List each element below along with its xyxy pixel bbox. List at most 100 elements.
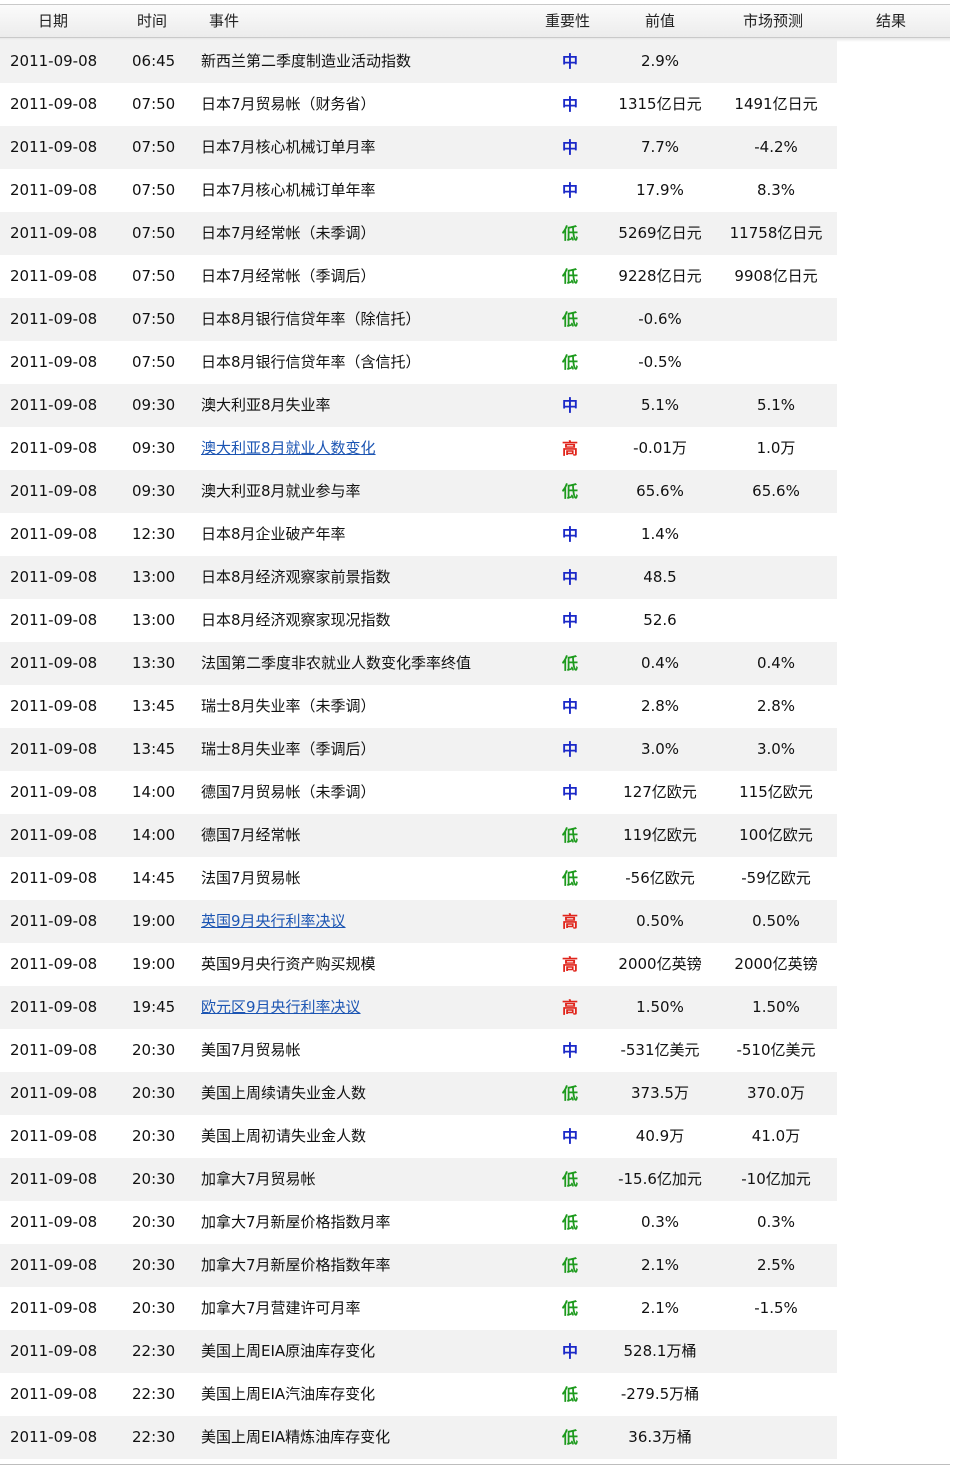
row-event: 日本7月核心机械订单年率	[201, 181, 376, 199]
row-forecast: 115亿欧元	[739, 783, 813, 801]
row-forecast: 370.0万	[747, 1084, 805, 1102]
row-previous: 0.3%	[640, 1213, 680, 1231]
row-date: 2011-09-08	[10, 826, 98, 844]
row-forecast	[720, 341, 832, 384]
row-date: 2011-09-08	[10, 697, 98, 715]
row-forecast: -4.2%	[754, 138, 798, 156]
importance-badge: 低	[561, 869, 578, 888]
importance-badge: 低	[561, 1256, 578, 1275]
row-forecast: 3.0%	[756, 740, 796, 758]
row-forecast: 0.3%	[756, 1213, 796, 1231]
row-date: 2011-09-08	[10, 912, 98, 930]
table-row: 2011-09-08 13:00 日本8月经济观察家前景指数 中 48.5	[0, 556, 837, 599]
row-event: 日本7月经常帐（未季调）	[201, 224, 376, 242]
row-date: 2011-09-08	[10, 740, 98, 758]
importance-badge: 高	[561, 439, 578, 458]
importance-badge: 中	[561, 611, 578, 630]
row-event: 瑞士8月失业率（季调后）	[201, 740, 376, 758]
table-row: 2011-09-08 09:30 澳大利亚8月就业参与率 低 65.6% 65.6%	[0, 470, 837, 513]
table-row: 2011-09-08 13:30 法国第二季度非农就业人数变化季率终值 低 0.4% 0.…	[0, 642, 837, 685]
row-time: 13:00	[132, 611, 176, 629]
header-event: 事件	[209, 12, 240, 30]
row-date: 2011-09-08	[10, 224, 98, 242]
event-link[interactable]: 澳大利亚8月就业人数变化	[201, 427, 376, 470]
table-row: 2011-09-08 22:30 美国上周EIA精炼油库存变化 低 36.3万桶	[0, 1416, 837, 1459]
table-row: 2011-09-08 14:00 德国7月经常帐 低 119亿欧元 100亿欧元	[0, 814, 837, 857]
table-header: 日期 时间 事件 重要性 前值 市场预测 结果	[0, 4, 950, 38]
row-previous: 7.7%	[640, 138, 680, 156]
row-date: 2011-09-08	[10, 955, 98, 973]
row-forecast: 1491亿日元	[734, 95, 818, 113]
importance-badge: 低	[561, 353, 578, 372]
table-row: 2011-09-08 20:30 加拿大7月贸易帐 低 -15.6亿加元 -10亿加元	[0, 1158, 837, 1201]
row-previous: 0.50%	[636, 912, 684, 930]
table-row: 2011-09-08 20:30 加拿大7月新屋价格指数年率 低 2.1% 2.5%	[0, 1244, 837, 1287]
row-date: 2011-09-08	[10, 654, 98, 672]
table-row: 2011-09-08 07:50 日本7月核心机械订单月率 中 7.7% -4.2%	[0, 126, 837, 169]
row-previous: 2.8%	[640, 697, 680, 715]
row-date: 2011-09-08	[10, 267, 98, 285]
row-previous: -531亿美元	[620, 1041, 700, 1059]
row-forecast	[720, 298, 832, 341]
row-time: 22:30	[132, 1385, 176, 1403]
row-event: 加拿大7月新屋价格指数月率	[201, 1213, 391, 1231]
importance-badge: 中	[561, 396, 578, 415]
table-row: 2011-09-08 19:00 英国9月央行资产购买规模 高 2000亿英镑 2000亿…	[0, 943, 837, 986]
event-link[interactable]: 欧元区9月央行利率决议	[201, 986, 361, 1029]
table-row: 2011-09-08 22:30 美国上周EIA原油库存变化 中 528.1万桶	[0, 1330, 837, 1373]
row-time: 14:00	[132, 783, 176, 801]
row-time: 07:50	[132, 310, 176, 328]
row-date: 2011-09-08	[10, 439, 98, 457]
row-previous: 52.6	[643, 611, 677, 629]
row-forecast: 2.5%	[756, 1256, 796, 1274]
importance-badge: 中	[561, 52, 578, 71]
table-row: 2011-09-08 20:30 加拿大7月营建许可月率 低 2.1% -1.5%	[0, 1287, 837, 1330]
row-event: 美国上周EIA原油库存变化	[201, 1342, 376, 1360]
row-event: 法国第二季度非农就业人数变化季率终值	[201, 654, 472, 672]
table-body: 2011-09-08 06:45 新西兰第二季度制造业活动指数中 2.9% 2011-0…	[0, 40, 837, 1459]
row-time: 07:50	[132, 95, 176, 113]
row-time: 14:00	[132, 826, 176, 844]
row-date: 2011-09-08	[10, 396, 98, 414]
row-date: 2011-09-08	[10, 138, 98, 156]
header-forecast: 市场预测	[743, 12, 804, 30]
importance-badge: 低	[561, 1084, 578, 1103]
row-time: 13:45	[132, 740, 176, 758]
row-date: 2011-09-08	[10, 783, 98, 801]
table-row: 2011-09-08 13:45 瑞士8月失业率（未季调） 中 2.8% 2.8%	[0, 685, 837, 728]
row-forecast: 5.1%	[756, 396, 796, 414]
table-row: 2011-09-08 13:00 日本8月经济观察家现况指数 中 52.6	[0, 599, 837, 642]
row-event: 英国9月央行资产购买规模	[201, 955, 376, 973]
row-previous: 65.6%	[636, 482, 684, 500]
table-row: 2011-09-08 07:50 日本7月经常帐（未季调） 低 5269亿日元 11758…	[0, 212, 837, 255]
row-time: 22:30	[132, 1342, 176, 1360]
row-time: 22:30	[132, 1428, 176, 1446]
row-forecast: 2.8%	[756, 697, 796, 715]
importance-badge: 高	[561, 955, 578, 974]
event-link[interactable]: 英国9月央行利率决议	[201, 900, 346, 943]
table-row: 2011-09-08 14:45 法国7月贸易帐 低 -56亿欧元 -59亿欧元	[0, 857, 837, 900]
row-event: 美国上周EIA精炼油库存变化	[201, 1428, 391, 1446]
row-time: 09:30	[132, 482, 176, 500]
row-date: 2011-09-08	[10, 482, 98, 500]
row-previous: -15.6亿加元	[618, 1170, 702, 1188]
row-forecast: -59亿欧元	[741, 869, 811, 887]
row-event: 加拿大7月营建许可月率	[201, 1299, 361, 1317]
row-previous: 2000亿英镑	[618, 955, 702, 973]
table-row: 2011-09-08 19:00 英国9月央行利率决议 高 0.50% 0.50%	[0, 900, 837, 943]
table-row: 2011-09-08 14:00 德国7月贸易帐（未季调） 中 127亿欧元 115亿欧元	[0, 771, 837, 814]
row-event: 美国7月贸易帐	[201, 1041, 301, 1059]
row-forecast: 2000亿英镑	[734, 955, 818, 973]
row-forecast: 8.3%	[756, 181, 796, 199]
row-event: 法国7月贸易帐	[201, 869, 301, 887]
importance-badge: 低	[561, 482, 578, 501]
row-event: 澳大利亚8月就业参与率	[201, 482, 361, 500]
row-date: 2011-09-08	[10, 52, 98, 70]
row-forecast: 0.50%	[752, 912, 800, 930]
row-previous: 48.5	[643, 568, 677, 586]
table-bottom-border	[0, 1464, 950, 1465]
row-previous: 5.1%	[640, 396, 680, 414]
row-time: 14:45	[132, 869, 176, 887]
table-row: 2011-09-08 07:50 日本8月银行信贷年率（含信托） 低 -0.5%	[0, 341, 837, 384]
importance-badge: 低	[561, 826, 578, 845]
